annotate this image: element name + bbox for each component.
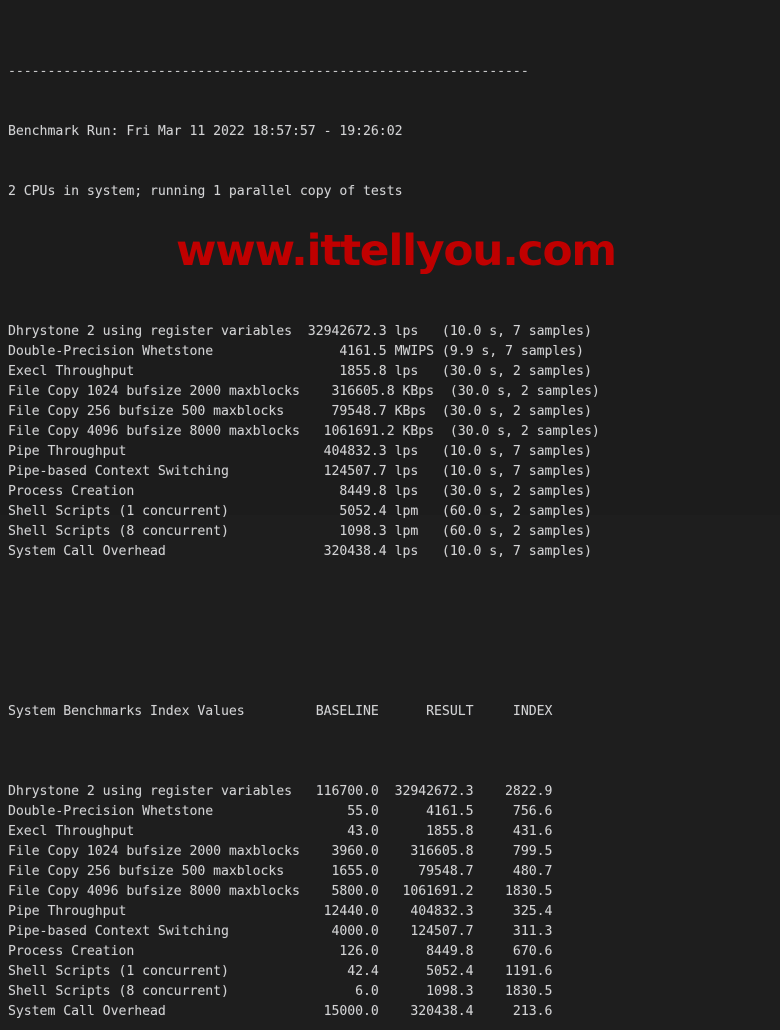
raw-result-row: System Call Overhead 320438.4 lps (10.0 … [8, 544, 592, 559]
raw-result-row: Execl Throughput 1855.8 lps (30.0 s, 2 s… [8, 364, 592, 379]
index-table-row: Shell Scripts (1 concurrent) 42.4 5052.4… [8, 964, 553, 979]
index-table-row: File Copy 1024 bufsize 2000 maxblocks 39… [8, 844, 553, 859]
raw-result-row: Shell Scripts (8 concurrent) 1098.3 lpm … [8, 524, 592, 539]
index-table-row: Process Creation 126.0 8449.8 670.6 [8, 944, 553, 959]
raw-result-row: Process Creation 8449.8 lps (30.0 s, 2 s… [8, 484, 592, 499]
index-rows-block: Dhrystone 2 using register variables 116… [8, 782, 780, 1022]
divider-top: ----------------------------------------… [8, 64, 529, 79]
terminal-window: ----------------------------------------… [0, 0, 780, 1019]
index-table-row: File Copy 256 bufsize 500 maxblocks 1655… [8, 864, 553, 879]
raw-result-row: Double-Precision Whetstone 4161.5 MWIPS … [8, 344, 584, 359]
index-table-row: Double-Precision Whetstone 55.0 4161.5 7… [8, 804, 553, 819]
index-table-row: Execl Throughput 43.0 1855.8 431.6 [8, 824, 553, 839]
terminal-output: ----------------------------------------… [8, 2, 780, 1030]
raw-result-row: Dhrystone 2 using register variables 329… [8, 324, 592, 339]
index-table-row: Pipe-based Context Switching 4000.0 1245… [8, 924, 553, 939]
raw-result-row: File Copy 4096 bufsize 8000 maxblocks 10… [8, 424, 600, 439]
raw-result-row: Shell Scripts (1 concurrent) 5052.4 lpm … [8, 504, 592, 519]
index-table-row: Dhrystone 2 using register variables 116… [8, 784, 553, 799]
benchmark-run-line: Benchmark Run: Fri Mar 11 2022 18:57:57 … [8, 124, 403, 139]
raw-result-row: File Copy 256 bufsize 500 maxblocks 7954… [8, 404, 592, 419]
raw-result-row: Pipe-based Context Switching 124507.7 lp… [8, 464, 592, 479]
index-table-row: Pipe Throughput 12440.0 404832.3 325.4 [8, 904, 553, 919]
raw-results-block: Dhrystone 2 using register variables 329… [8, 322, 780, 562]
cpu-info-line: 2 CPUs in system; running 1 parallel cop… [8, 184, 403, 199]
index-table-header: System Benchmarks Index Values BASELINE … [8, 704, 553, 719]
index-table-row: File Copy 4096 bufsize 8000 maxblocks 58… [8, 884, 553, 899]
raw-result-row: Pipe Throughput 404832.3 lps (10.0 s, 7 … [8, 444, 592, 459]
index-table-row: System Call Overhead 15000.0 320438.4 21… [8, 1004, 553, 1019]
raw-result-row: File Copy 1024 bufsize 2000 maxblocks 31… [8, 384, 600, 399]
index-table-row: Shell Scripts (8 concurrent) 6.0 1098.3 … [8, 984, 553, 999]
